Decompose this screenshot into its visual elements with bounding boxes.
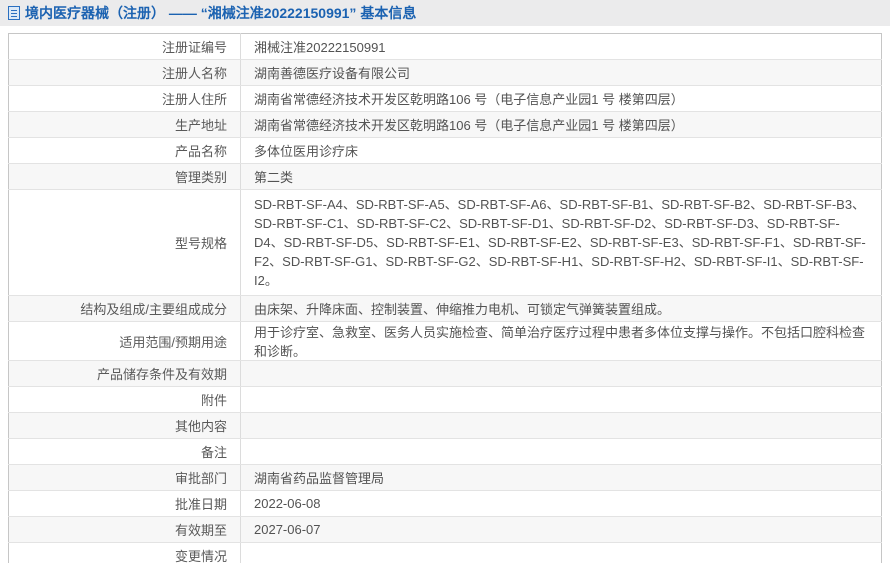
- row-value: 多体位医用诊疗床: [240, 137, 882, 164]
- row-value: 2022-06-08: [240, 490, 882, 517]
- row-label: 管理类别: [8, 163, 241, 190]
- document-icon: [8, 6, 20, 20]
- table-row: 适用范围/预期用途 用于诊疗室、急救室、医务人员实施检查、简单治疗医疗过程中患者…: [8, 321, 882, 361]
- row-value: 第二类: [240, 163, 882, 190]
- row-label: 注册证编号: [8, 33, 241, 60]
- row-label: 适用范围/预期用途: [8, 321, 241, 361]
- row-value: 用于诊疗室、急救室、医务人员实施检查、简单治疗医疗过程中患者多体位支撑与操作。不…: [240, 321, 882, 361]
- table-row: 备注: [8, 438, 882, 465]
- row-label: 附件: [8, 386, 241, 413]
- table-row: 产品名称 多体位医用诊疗床: [8, 137, 882, 164]
- page-header: 境内医疗器械（注册） —— “湘械注准20222150991” 基本信息: [0, 0, 890, 26]
- table-row: 附件: [8, 386, 882, 413]
- row-label: 有效期至: [8, 516, 241, 543]
- table-row: 注册证编号 湘械注准20222150991: [8, 33, 882, 60]
- table-row: 审批部门 湖南省药品监督管理局: [8, 464, 882, 491]
- row-label: 生产地址: [8, 111, 241, 138]
- row-value: 湖南善德医疗设备有限公司: [240, 59, 882, 86]
- row-value: [240, 412, 882, 439]
- row-label: 结构及组成/主要组成成分: [8, 295, 241, 322]
- table-row: 变更情况: [8, 542, 882, 563]
- row-value: [240, 360, 882, 387]
- row-label: 注册人住所: [8, 85, 241, 112]
- row-value: 湖南省常德经济技术开发区乾明路106 号（电子信息产业园1 号 楼第四层）: [240, 85, 882, 112]
- registration-info-section: 注册证编号 湘械注准20222150991 注册人名称 湖南善德医疗设备有限公司…: [8, 33, 882, 563]
- row-value: 湘械注准20222150991: [240, 33, 882, 60]
- table-row: 结构及组成/主要组成成分 由床架、升降床面、控制装置、伸缩推力电机、可锁定气弹簧…: [8, 295, 882, 322]
- table-row: 生产地址 湖南省常德经济技术开发区乾明路106 号（电子信息产业园1 号 楼第四…: [8, 111, 882, 138]
- row-value: 由床架、升降床面、控制装置、伸缩推力电机、可锁定气弹簧装置组成。: [240, 295, 882, 322]
- row-label: 审批部门: [8, 464, 241, 491]
- row-label: 产品名称: [8, 137, 241, 164]
- row-value: 2027-06-07: [240, 516, 882, 543]
- table-row: 有效期至 2027-06-07: [8, 516, 882, 543]
- row-label: 批准日期: [8, 490, 241, 517]
- table-row: 批准日期 2022-06-08: [8, 490, 882, 517]
- table-row: 产品储存条件及有效期: [8, 360, 882, 387]
- row-label: 产品储存条件及有效期: [8, 360, 241, 387]
- row-label: 其他内容: [8, 412, 241, 439]
- row-value: SD-RBT-SF-A4、SD-RBT-SF-A5、SD-RBT-SF-A6、S…: [240, 189, 882, 296]
- table-row: 管理类别 第二类: [8, 163, 882, 190]
- page-title: 境内医疗器械（注册） —— “湘械注准20222150991” 基本信息: [25, 5, 417, 21]
- row-label: 变更情况: [8, 542, 241, 563]
- row-value: 湖南省药品监督管理局: [240, 464, 882, 491]
- row-label: 备注: [8, 438, 241, 465]
- registration-info-table: 注册证编号 湘械注准20222150991 注册人名称 湖南善德医疗设备有限公司…: [8, 33, 882, 563]
- row-value: [240, 542, 882, 563]
- row-value: [240, 386, 882, 413]
- table-row: 型号规格 SD-RBT-SF-A4、SD-RBT-SF-A5、SD-RBT-SF…: [8, 189, 882, 296]
- table-row: 注册人住所 湖南省常德经济技术开发区乾明路106 号（电子信息产业园1 号 楼第…: [8, 85, 882, 112]
- table-row: 其他内容: [8, 412, 882, 439]
- row-label: 型号规格: [8, 189, 241, 296]
- row-label: 注册人名称: [8, 59, 241, 86]
- row-value: 湖南省常德经济技术开发区乾明路106 号（电子信息产业园1 号 楼第四层）: [240, 111, 882, 138]
- row-value: [240, 438, 882, 465]
- table-row: 注册人名称 湖南善德医疗设备有限公司: [8, 59, 882, 86]
